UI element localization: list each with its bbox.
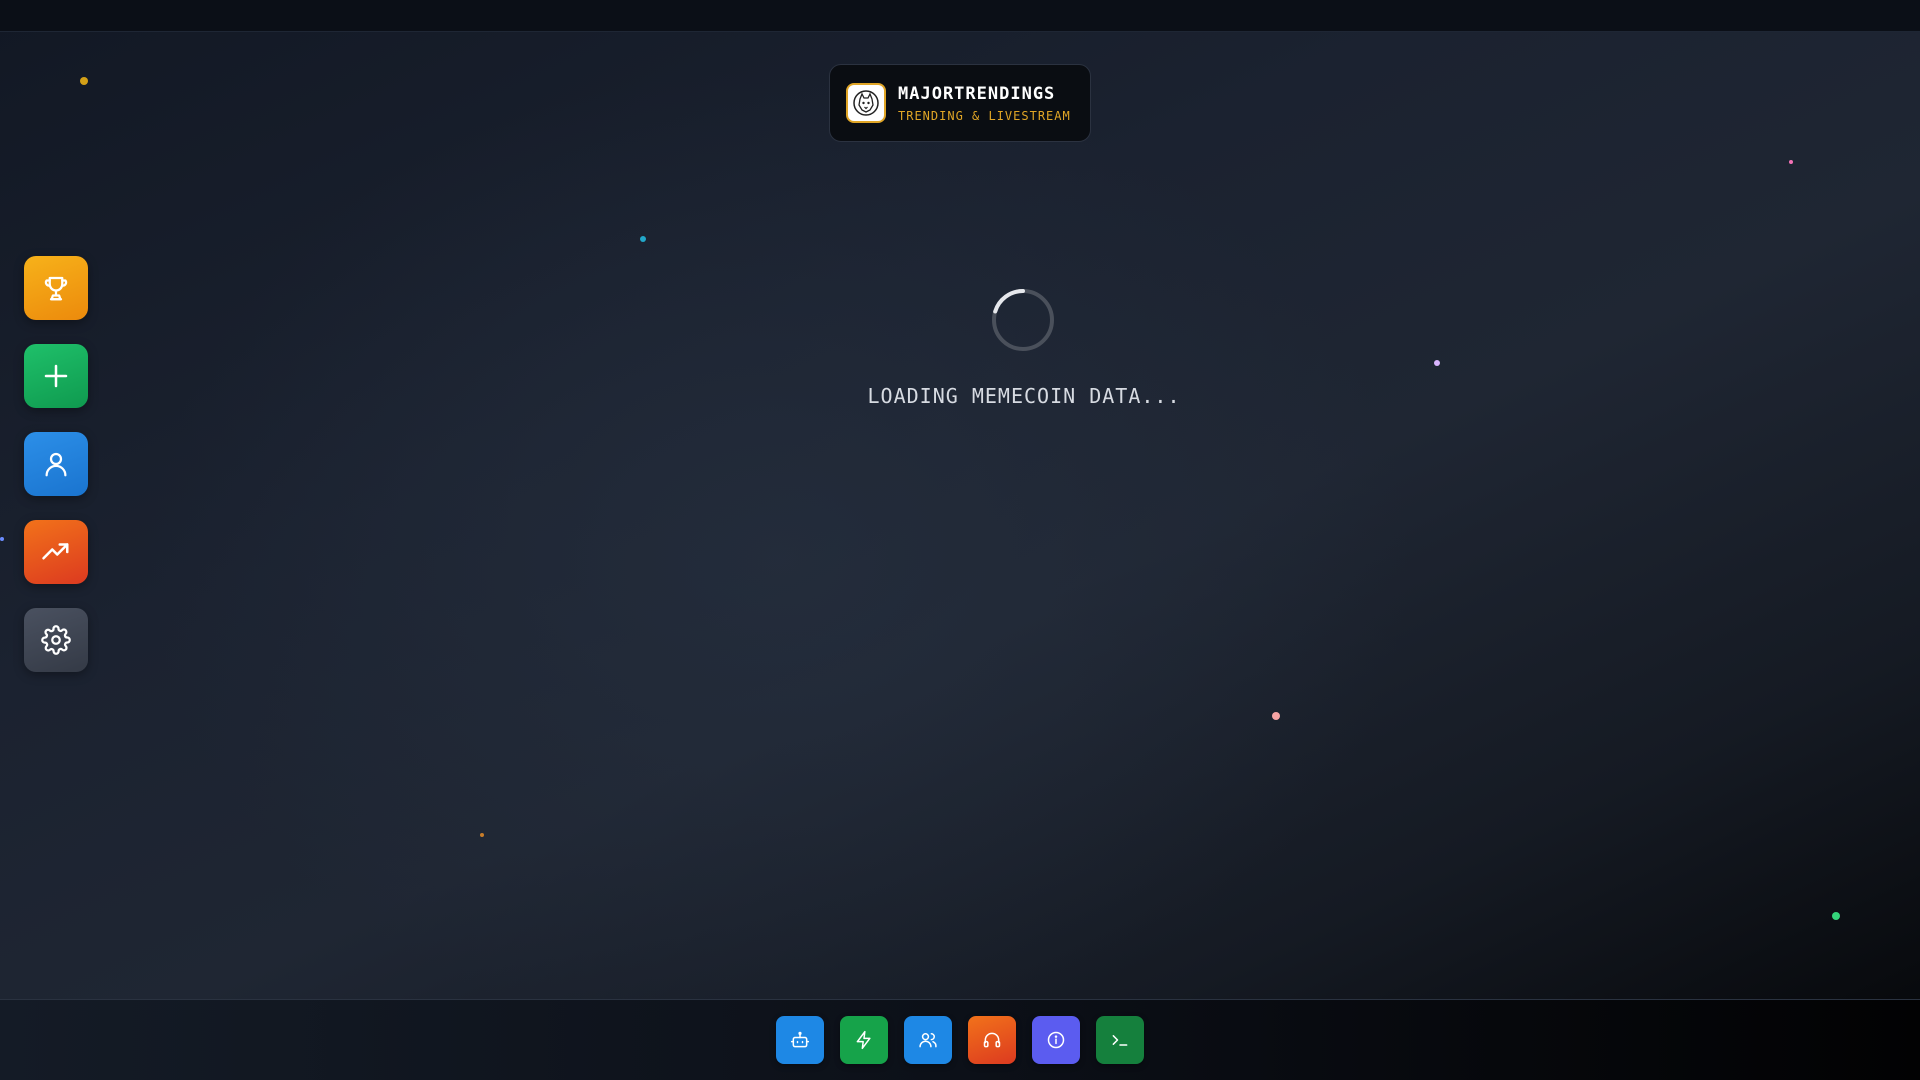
leaderboard-button[interactable] — [24, 256, 88, 320]
wolf-logo-icon — [846, 83, 886, 123]
loading-status-text: LOADING MEMECOIN DATA... — [867, 384, 1181, 408]
bottom-dock — [0, 999, 1920, 1080]
terminal-button[interactable] — [1096, 1016, 1144, 1064]
background — [0, 0, 1920, 1080]
users-icon — [919, 1033, 937, 1048]
settings-button[interactable] — [24, 608, 88, 672]
decor-particle — [0, 537, 4, 541]
left-sidebar — [24, 256, 88, 672]
decor-particle — [1832, 912, 1840, 920]
boost-button[interactable] — [840, 1016, 888, 1064]
trophy-icon — [44, 276, 68, 301]
brand-title: MAJORTRENDINGS — [898, 83, 1056, 104]
top-bar — [0, 0, 1920, 32]
info-button[interactable] — [1032, 1016, 1080, 1064]
terminal-icon — [1112, 1035, 1128, 1046]
decor-particle — [80, 77, 88, 85]
decor-particle — [1789, 160, 1793, 164]
decor-particle — [640, 236, 646, 242]
trending-button[interactable] — [24, 520, 88, 584]
info-icon — [1047, 1031, 1065, 1049]
brand-badge[interactable]: MAJORTRENDINGS TRENDING & LIVESTREAM — [829, 64, 1091, 142]
profile-button[interactable] — [24, 432, 88, 496]
bot-icon — [790, 1031, 810, 1048]
add-button[interactable] — [24, 344, 88, 408]
trending-up-icon — [42, 543, 69, 560]
user-icon — [45, 452, 67, 477]
support-button[interactable] — [968, 1016, 1016, 1064]
brand-subtitle: TRENDING & LIVESTREAM — [898, 108, 1071, 123]
bot-button[interactable] — [776, 1016, 824, 1064]
decor-particle — [1434, 360, 1440, 366]
community-button[interactable] — [904, 1016, 952, 1064]
lightning-icon — [856, 1030, 871, 1050]
decor-particle — [1272, 712, 1280, 720]
gear-icon — [41, 625, 71, 655]
plus-icon — [44, 364, 68, 388]
headphones-icon — [983, 1032, 1001, 1048]
loading-spinner — [992, 288, 1054, 351]
decor-particle — [480, 833, 484, 837]
